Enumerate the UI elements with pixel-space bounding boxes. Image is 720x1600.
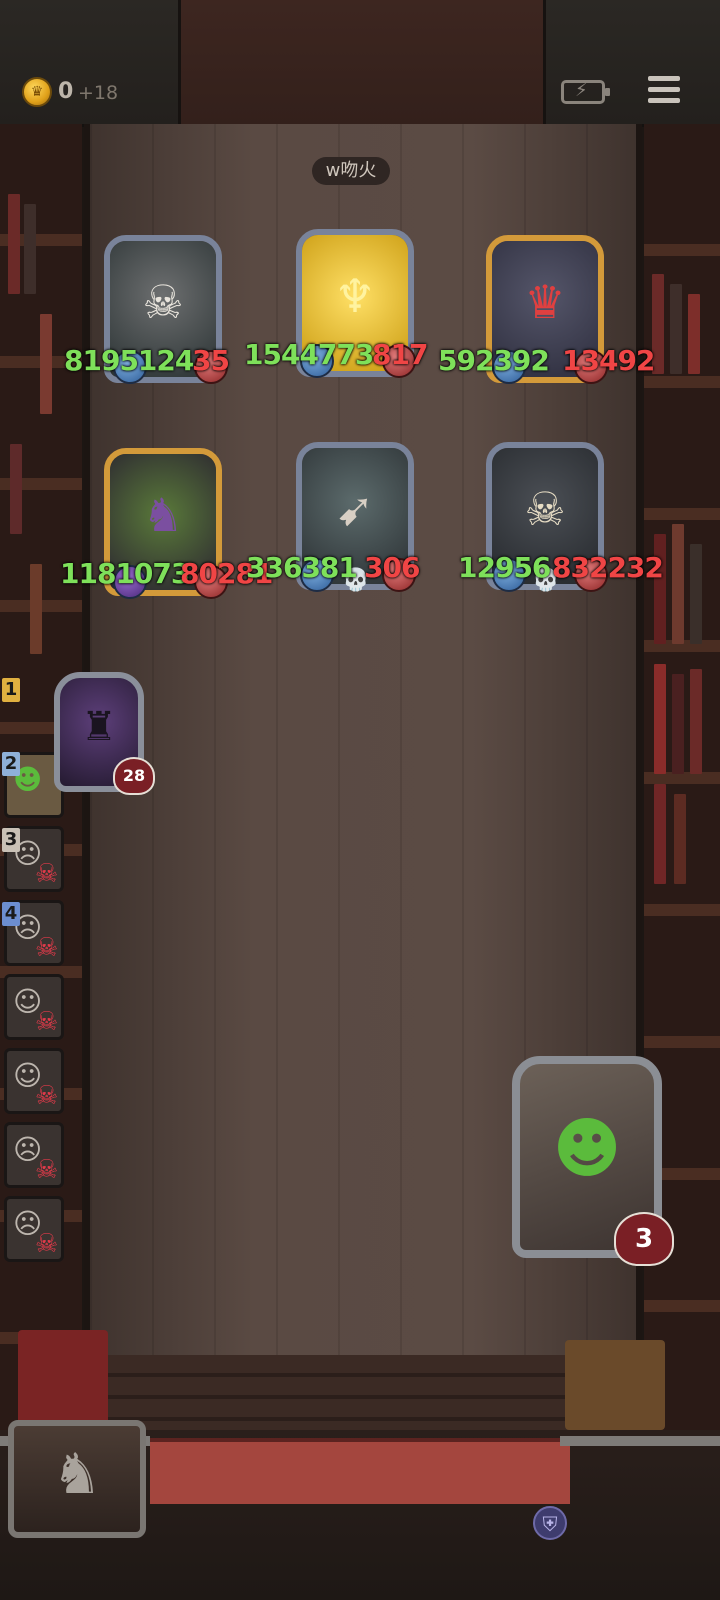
enemy-attack: 8195124 xyxy=(64,344,194,377)
skull-hood-icon: ☠ xyxy=(142,275,184,329)
dead-skull-icon: ☠ xyxy=(35,1155,59,1185)
hooded-figure-icon: ♜ xyxy=(81,704,117,750)
enemy-health: 35 xyxy=(192,344,230,377)
enemy-attack: 1181073 xyxy=(60,557,190,590)
enemy-attack: 336381 xyxy=(246,551,358,584)
player-health: 3 xyxy=(614,1212,674,1266)
dragon-icon: ♞ xyxy=(142,488,184,542)
queue-slot[interactable]: ☹ ☠ xyxy=(4,1122,64,1188)
red-carpet xyxy=(150,1438,570,1504)
queue-number: 3 xyxy=(2,828,20,852)
book-stack xyxy=(18,1330,108,1430)
queue-slot[interactable]: ☺ ☠ xyxy=(4,1048,64,1114)
dead-skull-icon: ☠ xyxy=(35,1229,59,1259)
enemy-health: 306 xyxy=(364,551,420,584)
hero-health: 28 xyxy=(113,757,155,795)
shield-icon[interactable]: ⛨ xyxy=(533,1506,567,1540)
top-hud: ♛ 0 +18 ⚡ xyxy=(0,0,720,127)
book-stack xyxy=(565,1340,665,1430)
queue-number: 4 xyxy=(2,902,20,926)
enemy-health: 832232 xyxy=(552,551,664,584)
board-steps xyxy=(90,1355,638,1435)
area-label: w吻火 xyxy=(312,157,390,185)
queue-slot[interactable]: ☺ ☠ xyxy=(4,974,64,1040)
coin-icon: ♛ xyxy=(22,77,52,107)
clown-icon: ♛ xyxy=(524,275,566,329)
dead-skull-icon: ☠ xyxy=(35,933,59,963)
enemy-attack: 592392 xyxy=(438,344,550,377)
dead-skull-icon: ☠ xyxy=(35,859,59,889)
stone-rail xyxy=(560,1436,720,1446)
menu-icon[interactable] xyxy=(648,76,680,106)
enemy-health: 13492 xyxy=(562,344,655,377)
coin-count: 0 xyxy=(58,79,74,104)
enemy-attack: 12956 xyxy=(458,551,551,584)
queue-slot[interactable]: ☹ ☠ xyxy=(4,1196,64,1262)
dead-skull-icon: ☠ xyxy=(35,1007,59,1037)
queue-number: 1 xyxy=(2,678,20,702)
battery-charging-icon[interactable]: ⚡ xyxy=(561,80,610,104)
player-portrait[interactable]: ♞ xyxy=(8,1420,146,1538)
drill-icon: ➹ xyxy=(335,482,375,536)
queue-number: 2 xyxy=(2,752,20,776)
hud-center-panel xyxy=(178,0,546,124)
coin-bonus: +18 xyxy=(78,82,119,104)
flame-icon: ♆ xyxy=(334,269,376,323)
enemy-health: 817 xyxy=(372,338,428,371)
bone-beast-icon: ☠ xyxy=(524,482,566,536)
enemy-attack: 1544773 xyxy=(244,338,374,371)
dead-skull-icon: ☠ xyxy=(35,1081,59,1111)
knight-helmet-icon: ♞ xyxy=(51,1442,103,1507)
monster-mouth-icon: ☻ xyxy=(552,1110,622,1187)
